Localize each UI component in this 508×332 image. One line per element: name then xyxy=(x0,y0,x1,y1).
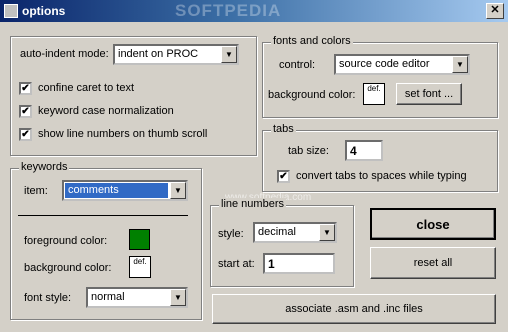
fonts-colors-group-label: fonts and colors xyxy=(271,35,353,47)
auto-indent-label: auto-indent mode: xyxy=(20,48,109,60)
keyword-case-label: keyword case normalization xyxy=(38,105,174,117)
font-style-label: font style: xyxy=(24,292,72,304)
title-bar: options SOFTPEDIA ✕ xyxy=(0,0,508,22)
control-label: control: xyxy=(279,59,316,71)
confine-caret-checkbox[interactable]: ✔ xyxy=(19,82,32,95)
associate-files-button[interactable]: associate .asm and .inc files xyxy=(212,294,496,324)
tab-size-value: 4 xyxy=(350,144,357,158)
font-style-select[interactable]: normal ▼ xyxy=(86,287,188,308)
keywords-divider xyxy=(18,215,188,216)
foreground-color-swatch[interactable] xyxy=(129,229,150,250)
start-at-label: start at: xyxy=(218,258,255,270)
keywords-group-label: keywords xyxy=(19,161,70,173)
keyword-item-value: comments xyxy=(65,183,168,198)
font-style-value: normal xyxy=(91,291,125,303)
start-at-value: 1 xyxy=(268,257,275,271)
close-icon: ✕ xyxy=(490,4,500,16)
close-button[interactable]: close xyxy=(370,208,496,240)
confine-caret-label: confine caret to text xyxy=(38,82,134,94)
convert-tabs-checkbox[interactable]: ✔ xyxy=(277,170,290,183)
app-icon xyxy=(4,4,18,18)
tab-size-label: tab size: xyxy=(288,145,329,157)
control-value: source code editor xyxy=(339,58,430,70)
auto-indent-select[interactable]: indent on PROC ▼ xyxy=(113,44,239,65)
line-style-select[interactable]: decimal ▼ xyxy=(253,222,337,243)
convert-tabs-label: convert tabs to spaces while typing xyxy=(296,170,467,182)
auto-indent-value: indent on PROC xyxy=(118,48,199,60)
style-label: style: xyxy=(218,228,244,240)
item-label: item: xyxy=(24,185,48,197)
show-line-numbers-label: show line numbers on thumb scroll xyxy=(38,128,208,140)
keyword-item-select[interactable]: comments ▼ xyxy=(62,180,188,201)
chevron-down-icon: ▼ xyxy=(221,46,237,63)
window-title: options xyxy=(22,4,66,18)
start-at-input[interactable]: 1 xyxy=(263,253,335,274)
chevron-down-icon: ▼ xyxy=(170,182,186,199)
foreground-color-label: foreground color: xyxy=(24,235,108,247)
tab-size-input[interactable]: 4 xyxy=(345,140,383,161)
control-select[interactable]: source code editor ▼ xyxy=(334,54,470,75)
line-style-value: decimal xyxy=(258,226,296,238)
show-line-numbers-checkbox[interactable]: ✔ xyxy=(19,128,32,141)
line-numbers-group: line numbers xyxy=(210,198,354,287)
close-window-button[interactable]: ✕ xyxy=(486,3,504,19)
line-numbers-group-label: line numbers xyxy=(219,198,286,210)
chevron-down-icon: ▼ xyxy=(170,289,186,306)
keyword-case-checkbox[interactable]: ✔ xyxy=(19,105,32,118)
reset-all-button[interactable]: reset all xyxy=(370,247,496,279)
set-font-button[interactable]: set font ... xyxy=(396,83,462,105)
tabs-group-label: tabs xyxy=(271,123,296,135)
kw-background-label: background color: xyxy=(24,262,112,274)
fc-background-label: background color: xyxy=(268,89,356,101)
chevron-down-icon: ▼ xyxy=(452,56,468,73)
chevron-down-icon: ▼ xyxy=(319,224,335,241)
fc-background-swatch[interactable]: def. xyxy=(363,83,385,105)
kw-background-swatch[interactable]: def. xyxy=(129,256,151,278)
watermark-logo: SOFTPEDIA xyxy=(175,1,282,20)
